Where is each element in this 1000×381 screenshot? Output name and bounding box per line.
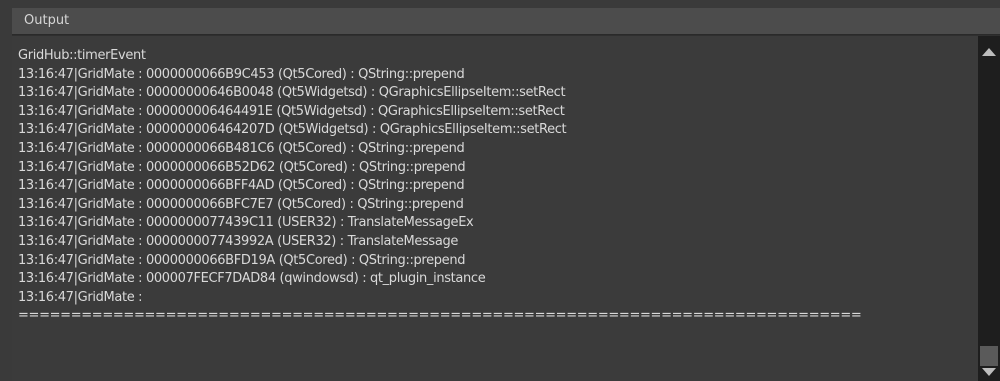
log-line: 13:16:47|GridMate : — [18, 289, 143, 305]
arrow-down-icon[interactable] — [982, 368, 996, 376]
log-line: 13:16:47|GridMate : 0000000066B481C6 (Qt… — [18, 140, 465, 156]
log-line: 13:16:47|GridMate : 000007FECF7DAD84 (qw… — [18, 271, 486, 287]
output-log[interactable]: GridHub::timerEvent 13:16:47|GridMate : … — [12, 36, 978, 381]
log-line: 13:16:47|GridMate : 00000000646B0048 (Qt… — [18, 85, 566, 101]
log-line: 13:16:47|GridMate : 000000006464491E (Qt… — [18, 103, 565, 119]
log-line: 13:16:47|GridMate : 0000000077439C11 (US… — [18, 215, 474, 231]
output-panel: Output GridHub::timerEvent 13:16:47|Grid… — [12, 8, 1000, 381]
log-line: GridHub::timerEvent — [18, 48, 146, 63]
output-panel-header: Output — [12, 8, 1000, 35]
scrollbar-thumb[interactable] — [980, 346, 998, 366]
arrow-up-icon[interactable] — [982, 48, 996, 56]
log-line: 13:16:47|GridMate : 0000000066BFD19A (Qt… — [18, 252, 466, 268]
panel-title: Output — [24, 13, 70, 28]
log-line: 13:16:47|GridMate : 0000000066B9C453 (Qt… — [18, 66, 465, 82]
vertical-scrollbar[interactable] — [978, 36, 1000, 381]
log-line: 13:16:47|GridMate : 0000000066BFF4AD (Qt… — [18, 178, 465, 194]
log-line: 13:16:47|GridMate : 0000000066B52D62 (Qt… — [18, 159, 466, 175]
log-lines: GridHub::timerEvent 13:16:47|GridMate : … — [18, 47, 862, 326]
log-line: 13:16:47|GridMate : 000000006464207D (Qt… — [18, 122, 567, 138]
log-line: 13:16:47|GridMate : 0000000066BFC7E7 (Qt… — [18, 196, 464, 212]
log-line: ========================================… — [18, 308, 862, 324]
log-line: 13:16:47|GridMate : 000000007743992A (US… — [18, 233, 459, 249]
